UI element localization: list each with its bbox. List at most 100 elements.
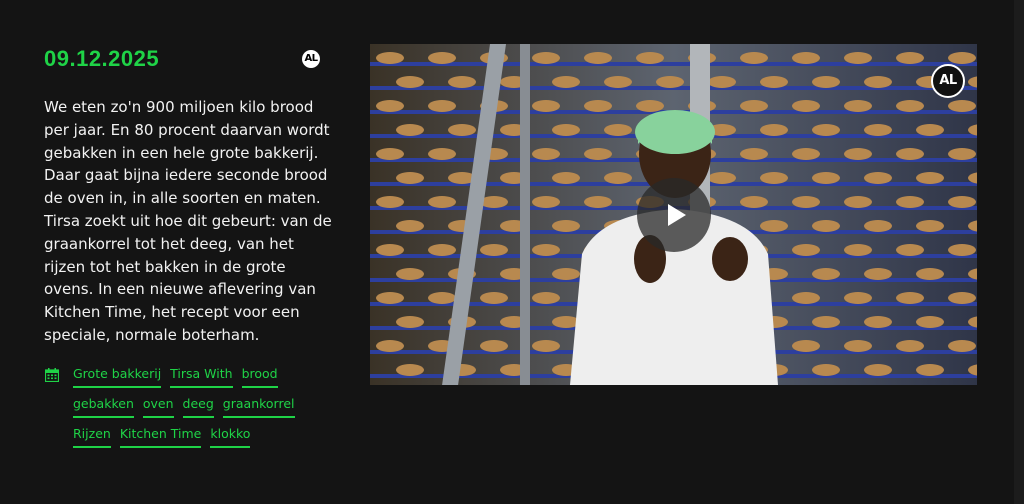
tag-link[interactable]: graankorrel [222,396,295,418]
bread-loaf [760,172,788,184]
bread-loaf [396,124,424,136]
bread-loaf [916,220,944,232]
bread-loaf [396,268,424,280]
calendar-icon [45,368,59,382]
bread-loaf [812,364,840,376]
bread-loaf [792,340,820,352]
bread-loaf [584,100,612,112]
bread-loaf [656,76,684,88]
bread-loaf [844,244,872,256]
bread-loaf [376,52,404,64]
bread-loaf [532,196,560,208]
bread-loaf [896,244,924,256]
bread-loaf [604,124,632,136]
bread-loaf [948,196,976,208]
tag-link[interactable]: Grote bakkerij [73,366,162,388]
bread-loaf [532,340,560,352]
bread-loaf [532,148,560,160]
bread-loaf [532,244,560,256]
tag-link[interactable]: klokko [210,426,251,448]
bread-loaf [896,292,924,304]
bread-loaf [480,244,508,256]
tag-link[interactable]: deeg [182,396,214,418]
bread-loaf [396,364,424,376]
tag-link[interactable]: oven [142,396,174,418]
bread-loaf [604,76,632,88]
bread-loaf [428,244,456,256]
bread-loaf [552,268,580,280]
bread-loaf [448,76,476,88]
bread-loaf [896,340,924,352]
bread-loaf [896,196,924,208]
page-edge [1014,0,1024,504]
bread-loaf [636,52,664,64]
bread-loaf [376,196,404,208]
bread-loaf [376,100,404,112]
bread-loaf [552,124,580,136]
bread-loaf [396,316,424,328]
bread-loaf [864,124,892,136]
bread-loaf [552,220,580,232]
bread-loaf [844,52,872,64]
bread-loaf [844,148,872,160]
bread-loaf [812,268,840,280]
bread-loaf [916,172,944,184]
bread-loaf [428,196,456,208]
bread-loaf [760,124,788,136]
bread-loaf [428,292,456,304]
bread-loaf [792,100,820,112]
bread-loaf [532,100,560,112]
bread-loaf [584,196,612,208]
bread-loaf [948,340,976,352]
bread-loaf [812,220,840,232]
bread-loaf [376,340,404,352]
play-button[interactable] [637,178,711,252]
bread-loaf [864,76,892,88]
episode-description: We eten zo'n 900 miljoen kilo brood per … [44,98,332,344]
bread-loaf [844,196,872,208]
bread-loaf [376,244,404,256]
tag-link[interactable]: Rijzen [73,426,111,448]
bread-loaf [896,100,924,112]
bread-loaf [948,52,976,64]
tag-link[interactable]: brood [241,366,278,388]
bread-loaf [740,196,768,208]
tag-link[interactable]: Kitchen Time [119,426,202,448]
bread-loaf [584,52,612,64]
bread-loaf [916,316,944,328]
bread-loaf [480,340,508,352]
tag-link[interactable]: Tirsa With [170,366,233,388]
bread-loaf [916,124,944,136]
bread-loaf [916,364,944,376]
bread-loaf [916,268,944,280]
bread-loaf [396,76,424,88]
bread-loaf [844,100,872,112]
bread-loaf [812,316,840,328]
bread-loaf [948,244,976,256]
bread-loaf [428,100,456,112]
video-player[interactable]: AL [370,44,977,385]
bread-loaf [864,172,892,184]
bread-loaf [740,52,768,64]
bread-loaf [376,148,404,160]
bread-loaf [864,364,892,376]
bread-loaf [396,220,424,232]
bread-loaf [740,100,768,112]
bread-loaf [948,292,976,304]
tag-link[interactable]: gebakken [73,396,134,418]
bread-loaf [552,76,580,88]
play-icon [668,204,686,226]
bread-loaf [532,52,560,64]
bread-loaf [552,172,580,184]
bread-loaf [792,148,820,160]
bread-loaf [708,172,736,184]
bread-loaf [844,292,872,304]
bread-loaf [812,172,840,184]
bread-loaf [896,52,924,64]
video-watermark-icon: AL [931,64,965,98]
bread-loaf [948,148,976,160]
tag-list: Grote bakkerij Tirsa With brood gebakken ove… [73,366,303,448]
bread-loaf [812,76,840,88]
bread-loaf [636,100,664,112]
bread-loaf [792,292,820,304]
